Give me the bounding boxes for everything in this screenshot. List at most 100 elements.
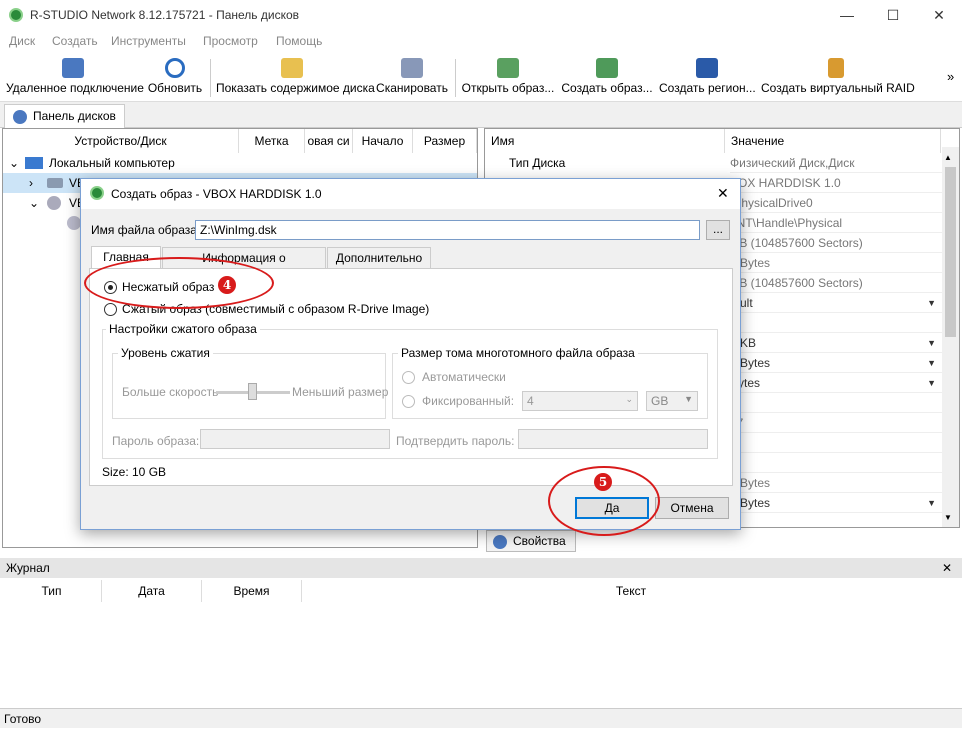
prop-value: VOX HARDDISK 1.0 bbox=[730, 173, 942, 193]
menu-bar: Диск Создать Инструменты Просмотр Помощь bbox=[0, 31, 962, 53]
fixed-size-input[interactable]: 4 ⌄ bbox=[522, 391, 638, 411]
menu-create[interactable]: Создать bbox=[52, 34, 98, 48]
prop-value bbox=[730, 453, 942, 473]
column-filesystem[interactable]: овая си bbox=[305, 129, 353, 153]
confirm-password-input[interactable] bbox=[518, 429, 708, 449]
journal-column-text[interactable]: Текст bbox=[302, 580, 960, 602]
prop-value: Физический Диск,Диск bbox=[730, 153, 942, 173]
dropdown-arrow-icon[interactable]: ▼ bbox=[927, 373, 936, 393]
maximize-button[interactable]: ☐ bbox=[870, 0, 916, 31]
prop-value-dropdown[interactable]: fault ▼ bbox=[730, 293, 942, 313]
fixed-label: Фиксированный: bbox=[422, 394, 515, 408]
prop-value: GB (104857600 Sectors) bbox=[730, 273, 942, 293]
tab-advanced[interactable]: Дополнительно bbox=[327, 247, 431, 269]
column-device[interactable]: Устройство/Диск bbox=[3, 129, 239, 153]
cancel-button[interactable]: Отмена bbox=[655, 497, 729, 519]
prop-value-dropdown[interactable]: Bytes ▼ bbox=[730, 373, 942, 393]
size-text: Size: 10 GB bbox=[102, 465, 167, 479]
hard-disk-icon bbox=[47, 178, 63, 188]
column-size[interactable]: Размер bbox=[413, 129, 477, 153]
remote-connect-button[interactable]: Удаленное подключение bbox=[6, 56, 144, 100]
highlight-ellipse-uncompressed bbox=[84, 257, 274, 309]
app-icon bbox=[9, 8, 23, 22]
create-image-icon bbox=[596, 58, 618, 78]
prop-value-dropdown[interactable]: 8 KB ▼ bbox=[730, 333, 942, 353]
prop-value-dropdown[interactable]: 2 Bytes ▼ bbox=[730, 353, 942, 373]
column-name[interactable]: Имя bbox=[485, 129, 725, 153]
dropdown-arrow-icon[interactable]: ▼ bbox=[927, 293, 936, 313]
compression-slider-thumb[interactable] bbox=[248, 383, 257, 400]
journal-close-icon[interactable]: ✕ bbox=[942, 558, 952, 578]
scan-button[interactable]: Сканировать bbox=[375, 56, 449, 100]
menu-view[interactable]: Просмотр bbox=[203, 34, 258, 48]
close-button[interactable]: ✕ bbox=[916, 0, 962, 31]
menu-tools[interactable]: Инструменты bbox=[111, 34, 186, 48]
column-label[interactable]: Метка bbox=[239, 129, 305, 153]
prop-value: nNT\Handle\Physical bbox=[730, 213, 942, 233]
fixed-radio[interactable] bbox=[402, 395, 415, 408]
properties-scrollbar[interactable]: ▲ ▼ bbox=[942, 147, 959, 527]
computer-icon bbox=[25, 157, 43, 169]
fixed-unit-select[interactable]: GB ▼ bbox=[646, 391, 698, 411]
prop-value: 27 bbox=[730, 413, 942, 433]
prop-value: \PhysicalDrive0 bbox=[730, 193, 942, 213]
compressed-radio[interactable] bbox=[104, 303, 117, 316]
prop-value: 5 bbox=[730, 433, 942, 453]
create-image-button[interactable]: Создать образ... bbox=[561, 56, 653, 100]
faster-label: Больше скорость bbox=[122, 385, 219, 399]
tree-item-local-computer[interactable]: ⌄ Локальный компьютер bbox=[3, 153, 477, 173]
column-value[interactable]: Значение bbox=[725, 129, 941, 153]
title-bar: R-STUDIO Network 8.12.175721 - Панель ди… bbox=[0, 0, 962, 31]
filename-label: Имя файла образа: bbox=[91, 223, 201, 237]
auto-radio[interactable] bbox=[402, 371, 415, 384]
journal-column-time[interactable]: Время bbox=[202, 580, 302, 602]
expander-icon[interactable]: › bbox=[29, 173, 33, 193]
status-text: Готово bbox=[4, 712, 42, 726]
dropdown-arrow-icon[interactable]: ▼ bbox=[927, 493, 936, 513]
menu-help[interactable]: Помощь bbox=[276, 34, 322, 48]
open-image-button[interactable]: Открыть образ... bbox=[461, 56, 555, 100]
status-bar: Готово bbox=[0, 708, 962, 728]
tab-disk-panel[interactable]: Панель дисков bbox=[4, 104, 125, 128]
prop-value bbox=[730, 313, 942, 333]
show-contents-button[interactable]: Показать содержимое диска bbox=[216, 56, 375, 100]
properties-button[interactable]: Свойства bbox=[486, 530, 576, 552]
disc-icon bbox=[67, 216, 81, 230]
dropdown-arrow-icon[interactable]: ▼ bbox=[927, 353, 936, 373]
scrollbar-thumb[interactable] bbox=[945, 167, 956, 337]
toolbar: Удаленное подключение Обновить Показать … bbox=[0, 53, 962, 102]
toolbar-separator bbox=[455, 59, 456, 97]
remote-connect-icon bbox=[62, 58, 84, 78]
journal-title: Журнал bbox=[6, 561, 50, 575]
create-region-button[interactable]: Создать регион... bbox=[659, 56, 756, 100]
tab-row bbox=[0, 102, 962, 128]
prop-value-dropdown[interactable]: 2 Bytes ▼ bbox=[730, 493, 942, 513]
refresh-button[interactable]: Обновить bbox=[146, 56, 204, 100]
dialog-title-bar: Создать образ - VBOX HARDDISK 1.0 ✕ bbox=[81, 179, 740, 209]
toolbar-more-button[interactable]: » bbox=[947, 69, 954, 84]
menu-disk[interactable]: Диск bbox=[9, 34, 35, 48]
dropdown-arrow-icon: ▼ bbox=[684, 394, 693, 404]
smaller-label: Меньший размер bbox=[292, 385, 389, 399]
journal-header: Журнал ✕ bbox=[0, 558, 962, 578]
volume-size-title: Размер тома многотомного файла образа bbox=[398, 346, 638, 360]
password-input[interactable] bbox=[200, 429, 390, 449]
journal-column-type[interactable]: Тип bbox=[2, 580, 102, 602]
filename-input[interactable]: Z:\WinImg.dsk bbox=[195, 220, 700, 240]
dialog-close-button[interactable]: ✕ bbox=[717, 185, 729, 202]
dialog-title: Создать образ - VBOX HARDDISK 1.0 bbox=[111, 187, 322, 201]
expander-icon[interactable]: ⌄ bbox=[9, 153, 19, 173]
minimize-button[interactable]: — bbox=[824, 0, 870, 31]
browse-button[interactable]: ... bbox=[706, 220, 730, 240]
compression-level-title: Уровень сжатия bbox=[118, 346, 213, 360]
prop-name-disk-type: Тип Диска bbox=[509, 156, 566, 170]
toolbar-separator bbox=[210, 59, 211, 97]
compressed-settings-title: Настройки сжатого образа bbox=[106, 322, 260, 336]
journal-column-date[interactable]: Дата bbox=[102, 580, 202, 602]
expander-icon[interactable]: ⌄ bbox=[29, 193, 39, 213]
dialog-app-icon bbox=[90, 186, 104, 200]
dropdown-arrow-icon[interactable]: ▼ bbox=[927, 333, 936, 353]
virtual-raid-button[interactable]: Создать виртуальный RAID bbox=[761, 56, 915, 100]
column-start[interactable]: Начало bbox=[353, 129, 413, 153]
prop-value: 2 Bytes bbox=[730, 473, 942, 493]
